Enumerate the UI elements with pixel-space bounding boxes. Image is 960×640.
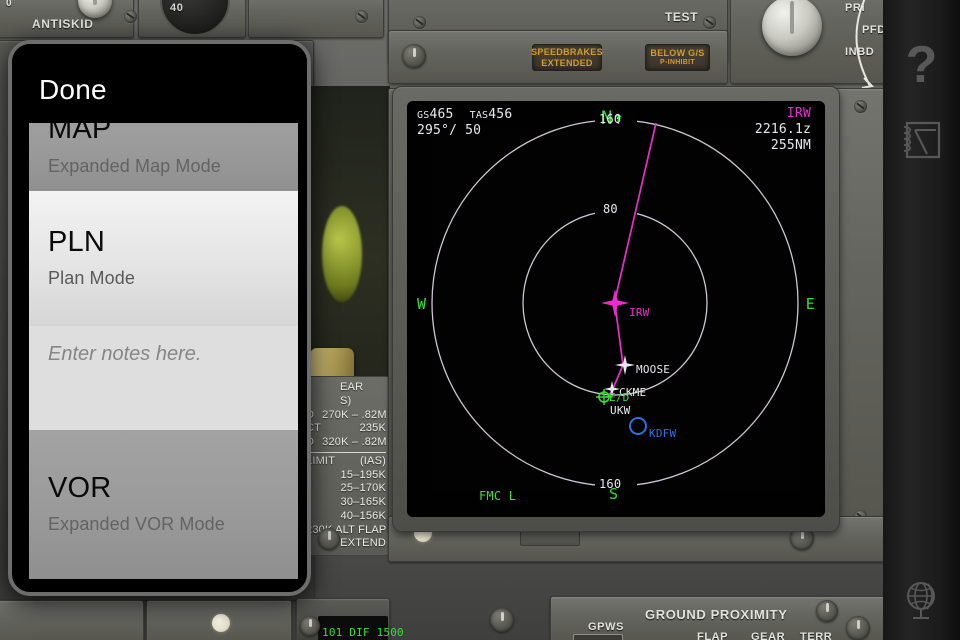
placard-footer-2: EXTEND (340, 537, 386, 550)
navigation-display-bezel: GS465 TAS456 295°/ 50 IRW 2216.1z 255NM … (392, 86, 840, 532)
nd-gs-label: GS (417, 110, 430, 121)
list-item-vor[interactable]: VOR Expanded VOR Mode (29, 430, 298, 579)
placard-unit-fragment: S) (340, 394, 352, 407)
test-label: TEST (665, 10, 699, 24)
speedbrakes-annunciator[interactable]: SPEEDBRAKES EXTENDED (531, 44, 603, 71)
nd-range-inner: 80 (603, 202, 618, 216)
pedestal-lamp (212, 614, 230, 632)
gpws-side-knob[interactable] (490, 608, 514, 632)
nd-range-outer-bottom: 160 (599, 477, 622, 491)
question-mark-icon: ? (905, 36, 938, 94)
nd-label-kdfw: KDFW (649, 427, 677, 440)
placard-limit: 40–156K (340, 509, 386, 522)
placard-limit: 15–195K (340, 468, 386, 481)
cdu-text: 101 DIF 1500 (322, 626, 404, 639)
globe-button[interactable] (883, 570, 960, 630)
below-gs-annunciator-line1: BELOW G/S (650, 48, 705, 59)
nd-nav-source: IRW (786, 106, 811, 121)
nd-eta: 2216.1z (754, 122, 811, 137)
notes-button[interactable] (883, 108, 960, 172)
nd-tas-label: TAS (469, 110, 489, 121)
antiskid-label: ANTISKID (32, 17, 94, 31)
placard-limit-header-right: (IAS) (359, 454, 386, 467)
list-item-title: VOR (48, 471, 112, 504)
nd-fmc-label: FMC L (479, 489, 517, 503)
ground-proximity-label: GROUND PROXIMITY (645, 607, 788, 622)
nd-range-outer-top: 160 (599, 112, 622, 126)
notes-input[interactable] (29, 326, 298, 430)
placard-title-fragment: EAR (340, 381, 364, 393)
speedbrakes-annunciator-line1: SPEEDBRAKES (531, 47, 603, 58)
nd-speed-block: GS465 TAS456 (417, 107, 512, 122)
gear-label: GEAR (751, 631, 786, 640)
pedestal-block-1 (0, 600, 144, 640)
notes-row[interactable] (29, 326, 298, 430)
app-screen: ANTISKID 0 40 EAR S) D270K – .82M CT235K… (0, 0, 960, 640)
screw-icon (124, 10, 137, 23)
gpws-top-knob[interactable] (816, 600, 838, 622)
right-sidebar: ? (883, 0, 960, 640)
nd-label-ukw: UKW (610, 404, 631, 417)
gpws-right-knob[interactable] (846, 616, 870, 640)
waypoint-kdfw-symbol (629, 417, 647, 435)
placard-limit: 25–170K (340, 482, 386, 495)
nd-label-ed: E/D (609, 391, 630, 404)
nd-cardinal-west: W (417, 295, 427, 313)
list-item-subtitle: Expanded VOR Mode (48, 514, 225, 535)
help-button[interactable]: ? (883, 30, 960, 100)
mode-list[interactable]: MAP Expanded Map Mode PLN Plan Mode VOR … (29, 123, 298, 589)
nd-gs-value: 465 (429, 107, 454, 122)
placard-row-value: 320K – .82M (322, 436, 387, 448)
nd-wind: 295°/ 50 (417, 123, 482, 138)
nd-cardinal-east: E (805, 295, 815, 313)
list-item-title: MAP (48, 123, 112, 146)
below-gs-annunciator[interactable]: BELOW G/S P-INHIBIT (645, 44, 710, 71)
below-gs-annunciator-line2: P-INHIBIT (660, 58, 695, 66)
annunciator-knob[interactable] (402, 44, 426, 68)
nd-distance: 255NM (770, 138, 811, 153)
mode-selector-popover: Done MAP Expanded Map Mode PLN Plan Mode… (8, 40, 311, 596)
screw-icon (355, 10, 368, 23)
waypoint-irw-symbol (601, 289, 629, 317)
nd-label-moose: MOOSE (636, 363, 671, 376)
globe-icon (906, 582, 935, 619)
placard-row-value: 270K – .82M (322, 408, 387, 421)
selector-arc-icon (855, 0, 875, 89)
nd-label-irw: IRW (629, 306, 650, 319)
speedbrakes-annunciator-line2: EXTENDED (541, 57, 593, 68)
done-button[interactable]: Done (39, 74, 107, 106)
speed-limit-placard: EAR S) D270K – .82M CT235K D320K – .82M … (300, 376, 392, 556)
screw-icon (854, 100, 867, 113)
gauge-tick-label: 40 (170, 2, 184, 14)
list-item-subtitle: Plan Mode (48, 268, 135, 289)
waypoint-moose-symbol (615, 355, 635, 375)
gpws-switch[interactable] (573, 634, 623, 640)
nd-compass-rose (431, 113, 799, 494)
screw-icon (413, 16, 426, 29)
gpws-label: GPWS (588, 621, 625, 633)
cockpit-glow (322, 206, 362, 302)
list-item-subtitle: Expanded Map Mode (48, 155, 221, 176)
terr-label: TERR (800, 631, 833, 640)
notebook-icon (903, 121, 940, 159)
placard-knob[interactable] (318, 528, 340, 550)
nd-tas-value: 456 (488, 107, 513, 122)
screw-icon (703, 16, 716, 29)
antiskid-zero-label: 0 (6, 0, 13, 9)
list-item-title: PLN (48, 225, 106, 258)
cdu-knob[interactable] (300, 616, 320, 636)
flap-label: FLAP (697, 631, 729, 640)
placard-row-value: 235K (359, 422, 386, 435)
list-item-map[interactable]: MAP Expanded Map Mode (29, 123, 298, 191)
popover-header: Done (12, 44, 307, 116)
navigation-display-screen[interactable]: GS465 TAS456 295°/ 50 IRW 2216.1z 255NM … (407, 101, 825, 517)
placard-limit: 30–165K (340, 496, 386, 508)
list-item-pln[interactable]: PLN Plan Mode (29, 191, 298, 326)
